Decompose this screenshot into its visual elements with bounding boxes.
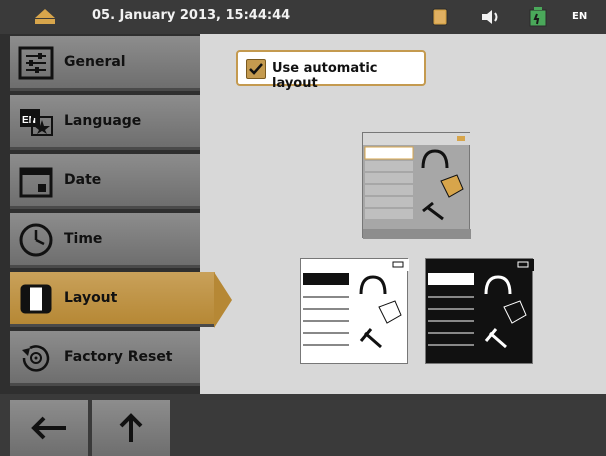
speaker-icon[interactable] [480, 9, 502, 25]
checkmark-icon [249, 63, 263, 75]
clock-icon [19, 223, 53, 257]
calendar-icon [19, 167, 53, 198]
language-indicator: EN [572, 11, 588, 22]
layout-preview-white[interactable] [300, 258, 409, 364]
layout-preview-white-image [301, 259, 409, 349]
sidebar-item-label: Date [64, 172, 102, 188]
sidebar-item-time[interactable]: Time [10, 213, 200, 268]
arrow-up-icon [119, 413, 143, 442]
sidebar-item-factory-reset[interactable]: Factory Reset [10, 331, 200, 386]
sidebar-item-layout[interactable]: Layout [10, 272, 232, 328]
arrow-left-icon [31, 416, 66, 440]
checkbox-box[interactable] [246, 59, 266, 79]
up-button[interactable] [92, 400, 170, 456]
sidebar-item-label: General [64, 54, 126, 70]
bottom-bar [0, 394, 606, 456]
factory-reset-icon [22, 345, 50, 372]
sidebar-item-label: Time [64, 231, 103, 247]
auto-layout-label: Use automatic layout [272, 61, 378, 91]
sidebar-item-label: Layout [64, 290, 118, 306]
settings-sidebar: General EN Language Date Time Layout Fac… [0, 34, 232, 394]
sidebar-item-label: Language [64, 113, 142, 129]
status-datetime: 05. January 2013, 15:44:44 [92, 8, 291, 23]
sliders-icon [18, 46, 54, 80]
sidebar-item-general[interactable]: General [10, 36, 200, 91]
sidebar-item-date[interactable]: Date [10, 154, 200, 209]
layout-icon [20, 284, 52, 314]
battery-icon [432, 8, 448, 26]
layout-preview-gray-image [363, 133, 471, 239]
sidebar-item-language[interactable]: EN Language [10, 95, 200, 150]
back-button[interactable] [10, 400, 88, 456]
layout-preview-black-image [426, 259, 534, 349]
layout-preview-gray[interactable] [362, 132, 471, 239]
layout-preview-black[interactable] [425, 258, 534, 364]
status-bar: 05. January 2013, 15:44:44 EN [0, 0, 606, 34]
language-icon: EN [20, 109, 53, 136]
sidebar-item-label: Factory Reset [64, 349, 173, 365]
app-logo-icon [35, 9, 55, 24]
auto-layout-checkbox[interactable]: Use automatic layout [236, 50, 426, 91]
power-icon [529, 7, 547, 27]
